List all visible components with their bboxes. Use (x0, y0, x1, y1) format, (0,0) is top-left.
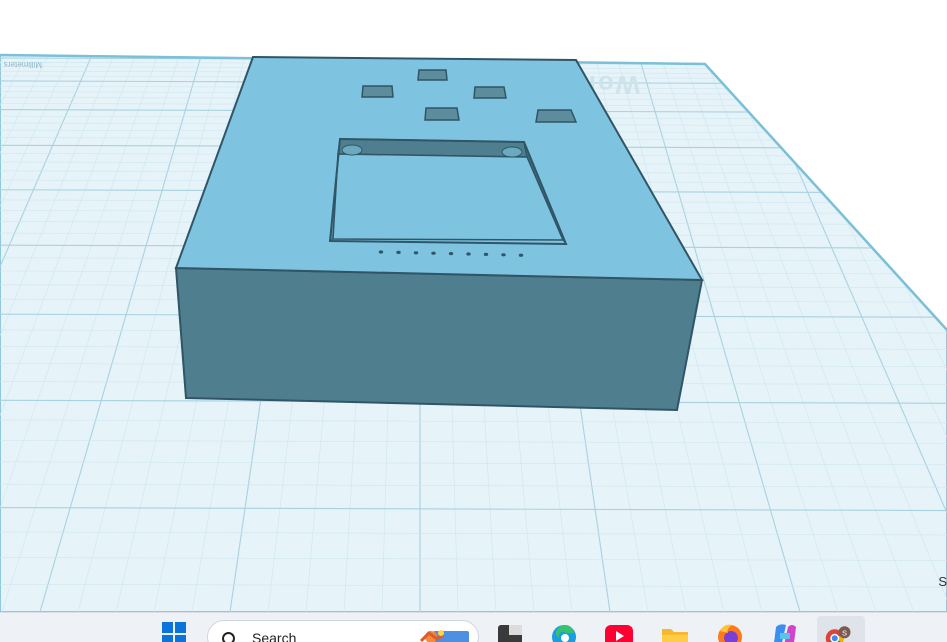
taskbar-app-firefox[interactable] (715, 621, 745, 642)
search-label: Search (252, 630, 296, 642)
box-front-face[interactable] (176, 268, 702, 410)
folder-icon (660, 621, 690, 642)
workplane-ruler-label: Millimeters (4, 60, 42, 69)
button-hole (425, 108, 459, 120)
pin-hole (484, 253, 488, 256)
pin-hole (466, 252, 470, 255)
taskbar: Search (0, 612, 947, 642)
search-box[interactable]: Search (207, 620, 479, 642)
firefox-icon (716, 621, 744, 642)
pin-hole (431, 252, 435, 255)
windows-logo-icon (161, 621, 187, 642)
edge-icon (550, 621, 578, 642)
chrome-icon: S (825, 621, 855, 642)
avatar-letter: S (842, 628, 847, 637)
copilot-icon (770, 621, 800, 642)
button-hole (362, 86, 393, 97)
pin-hole (396, 251, 400, 254)
button-hole (474, 87, 506, 98)
taskbar-app-terminal[interactable] (495, 621, 525, 642)
taskbar-app-copilot[interactable] (770, 621, 800, 642)
pin-hole (414, 251, 418, 254)
search-highlight-art-icon (417, 627, 473, 642)
screen-corner-boss (502, 147, 522, 157)
taskbar-app-chrome[interactable]: S (825, 621, 855, 642)
taskbar-app-file-explorer[interactable] (660, 621, 690, 642)
youtube-icon (604, 621, 634, 642)
taskbar-app-edge[interactable] (549, 621, 579, 642)
pin-hole (501, 253, 505, 256)
button-hole (536, 110, 576, 122)
3d-viewport[interactable]: Millimeters Work (0, 0, 947, 612)
pin-hole (519, 254, 523, 257)
taskbar-app-youtube[interactable] (604, 621, 634, 642)
pin-hole (379, 250, 383, 253)
search-icon (221, 631, 239, 642)
start-button[interactable] (159, 621, 189, 642)
screen-recess-floor (333, 154, 563, 240)
screen-corner-boss (342, 145, 362, 155)
pin-hole (449, 252, 453, 255)
workplane-scene[interactable]: Millimeters Work (0, 0, 947, 612)
corner-text: S (938, 574, 947, 589)
terminal-icon (496, 621, 524, 642)
button-hole (418, 70, 447, 80)
